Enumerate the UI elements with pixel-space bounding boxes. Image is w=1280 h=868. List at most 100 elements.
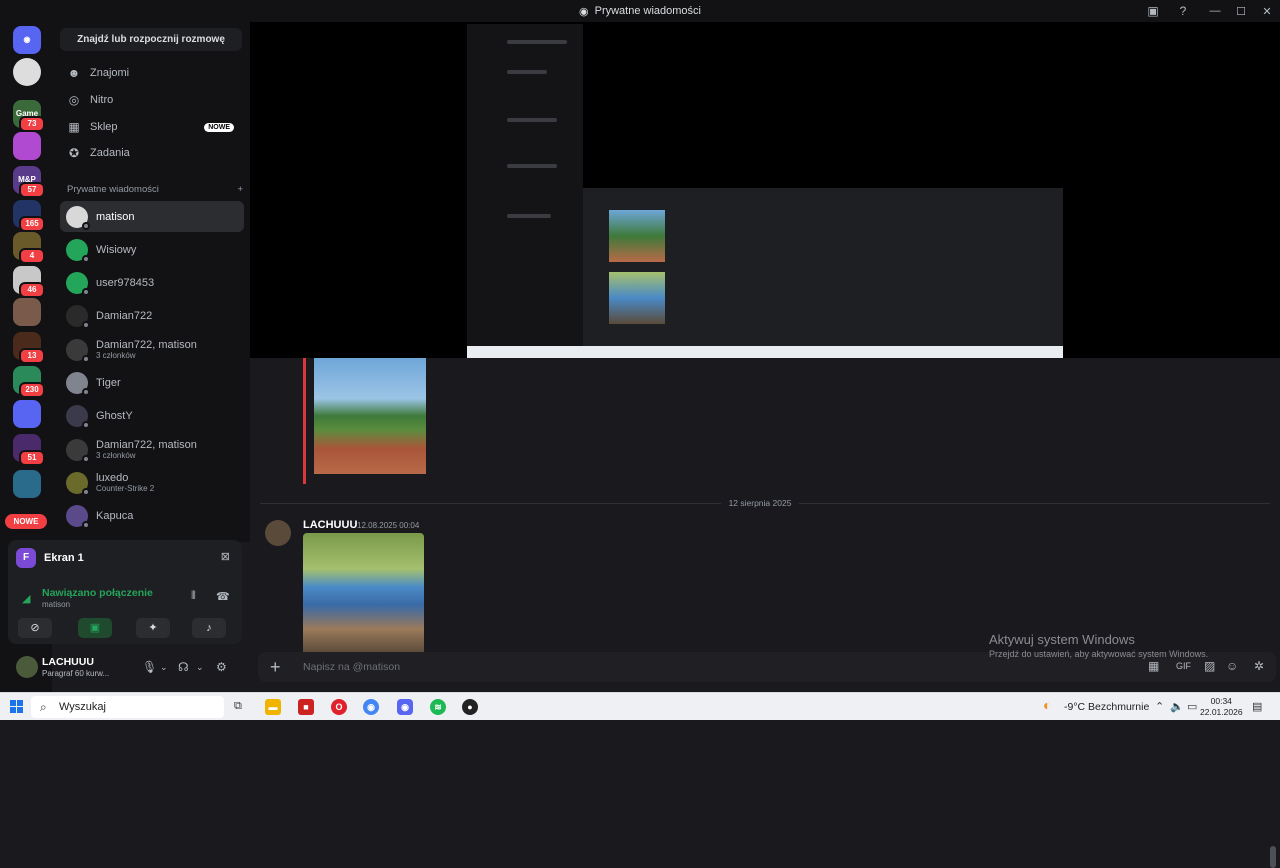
status-dot: [82, 420, 90, 429]
server-icon[interactable]: 46: [13, 266, 45, 298]
home-button[interactable]: ◉: [13, 26, 41, 54]
server-icon[interactable]: 51: [13, 434, 45, 466]
sticker-icon[interactable]: ▨: [1204, 659, 1215, 673]
nav-quests[interactable]: ✪ Zadania: [60, 140, 244, 166]
nav-friends[interactable]: ☻ Znajomi: [60, 60, 244, 86]
minimize-button[interactable]: —: [1202, 5, 1228, 17]
dm-item[interactable]: Tiger: [60, 367, 244, 398]
new-unreads-pill[interactable]: NOWE: [5, 514, 47, 529]
weather-text[interactable]: -9°C Bezchmurnie: [1064, 701, 1149, 713]
help-icon[interactable]: ?: [1175, 3, 1191, 19]
server-icon[interactable]: [13, 400, 41, 428]
maximize-button[interactable]: ☐: [1228, 5, 1254, 18]
user-panel: LACHUUU Paragraf 60 kurw... 🎙 ⌄ ☊ ⌄ ⚙: [8, 648, 242, 686]
dm-name: Wisiowy: [96, 243, 137, 256]
clock[interactable]: 00:34 22.01.2026: [1200, 696, 1243, 718]
chevron-down-icon[interactable]: ⌄: [196, 662, 204, 673]
author-avatar[interactable]: [265, 520, 291, 546]
soundboard-button[interactable]: ♪: [192, 618, 226, 638]
opera-icon[interactable]: O: [331, 699, 347, 715]
scrollbar[interactable]: [1270, 846, 1276, 868]
app-icon[interactable]: ■: [298, 699, 314, 715]
image-attachment[interactable]: [314, 358, 426, 474]
task-view-icon[interactable]: ⧉: [234, 700, 242, 713]
dm-item[interactable]: matison: [60, 201, 244, 232]
gift-icon[interactable]: ▦: [1148, 659, 1159, 673]
nav-shop[interactable]: ▦ Sklep NOWE: [60, 114, 244, 140]
server-icon[interactable]: 13: [13, 332, 45, 364]
spotify-icon[interactable]: ≋: [430, 699, 446, 715]
avatar: [66, 304, 90, 329]
mention-badge: 73: [19, 116, 45, 132]
username[interactable]: LACHUUU: [42, 656, 94, 668]
server-icon[interactable]: 230: [13, 366, 45, 398]
close-button[interactable]: ✕: [1254, 5, 1280, 18]
notifications-icon[interactable]: ▤: [1252, 700, 1262, 713]
nitro-icon: ◎: [68, 93, 80, 107]
add-dm-icon[interactable]: +: [237, 184, 243, 195]
dm-item[interactable]: user978453: [60, 267, 244, 298]
emoji-icon[interactable]: ☺: [1226, 659, 1238, 673]
screen-share-button[interactable]: ▣: [78, 618, 112, 638]
speaker-icon[interactable]: 🔈: [1170, 700, 1184, 713]
settings-gear-icon[interactable]: ⚙: [216, 660, 227, 674]
connection-status[interactable]: Nawiązano połączenie: [42, 587, 153, 599]
status-dot: [82, 320, 90, 329]
server-name: [13, 400, 41, 428]
dm-item[interactable]: Damian722, matison 3 członków: [60, 334, 244, 365]
chevron-up-icon[interactable]: ⌃: [1155, 700, 1164, 713]
dm-item[interactable]: luxedo Counter-Strike 2: [60, 467, 244, 498]
dm-text: Damian722, matison 3 członków: [96, 439, 197, 461]
chevron-down-icon[interactable]: ⌄: [160, 662, 168, 673]
server-icon[interactable]: 165: [13, 200, 45, 232]
user-avatar[interactable]: [16, 656, 38, 678]
dm-text: Damian722, matison 3 członków: [96, 339, 197, 361]
file-explorer-icon[interactable]: ▬: [265, 699, 281, 715]
stream-view[interactable]: [250, 22, 1280, 358]
dm-text: Wisiowy: [96, 244, 136, 256]
server-icon[interactable]: M&P 57: [13, 166, 45, 198]
nav-nitro[interactable]: ◎ Nitro: [60, 87, 244, 113]
taskbar-search[interactable]: ⌕ Wyszukaj: [31, 696, 224, 718]
connection-server: matison: [42, 600, 71, 609]
display-icon[interactable]: ▭: [1187, 700, 1197, 713]
activities-button[interactable]: ✦: [136, 618, 170, 638]
message-author[interactable]: LACHUUU: [303, 519, 357, 531]
dm-item[interactable]: Kapuca: [60, 500, 244, 531]
image-attachment[interactable]: [303, 533, 424, 653]
chrome-icon[interactable]: ◉: [363, 699, 379, 715]
attach-plus-icon[interactable]: +: [270, 657, 281, 677]
gif-icon[interactable]: GIF: [1176, 661, 1191, 671]
discord-taskbar-icon[interactable]: ◉: [397, 699, 413, 715]
status-dot: [82, 487, 90, 496]
microphone-icon[interactable]: 🎙: [142, 660, 157, 674]
dm-item[interactable]: GhostY: [60, 400, 244, 431]
noise-suppression-icon[interactable]: ⦀: [191, 590, 196, 603]
avatar: [66, 205, 90, 230]
windows-start-icon[interactable]: [10, 700, 23, 713]
dm-item[interactable]: Damian722: [60, 300, 244, 331]
dm-name: luxedo: [96, 471, 129, 484]
server-name: [13, 470, 41, 498]
mention-badge: 4: [19, 248, 45, 264]
headphones-icon[interactable]: ☊: [178, 660, 189, 674]
discord-icon: ◉: [13, 26, 41, 54]
dm-item[interactable]: Wisiowy: [60, 234, 244, 265]
find-conversation-button[interactable]: Znajdź lub rozpocznij rozmowę: [60, 28, 242, 51]
disconnect-icon[interactable]: ☎: [216, 590, 230, 603]
server-name: [13, 132, 41, 160]
inbox-icon[interactable]: ▣: [1145, 3, 1161, 19]
server-icon[interactable]: [13, 298, 41, 326]
server-icon[interactable]: 4: [13, 232, 45, 264]
app-icon[interactable]: ●: [462, 699, 478, 715]
server-icon[interactable]: [13, 132, 41, 160]
popout-icon[interactable]: ⊠: [221, 550, 230, 563]
server-icon[interactable]: [13, 470, 41, 498]
apps-icon[interactable]: ✲: [1254, 659, 1264, 673]
message-input[interactable]: Napisz na @matison: [303, 661, 400, 673]
dm-item[interactable]: Damian722, matison 3 członków: [60, 434, 244, 465]
status-dot: [82, 387, 90, 396]
camera-off-button[interactable]: ⊘: [18, 618, 52, 638]
server-icon[interactable]: Game 73: [13, 100, 45, 132]
server-icon[interactable]: [13, 58, 41, 86]
